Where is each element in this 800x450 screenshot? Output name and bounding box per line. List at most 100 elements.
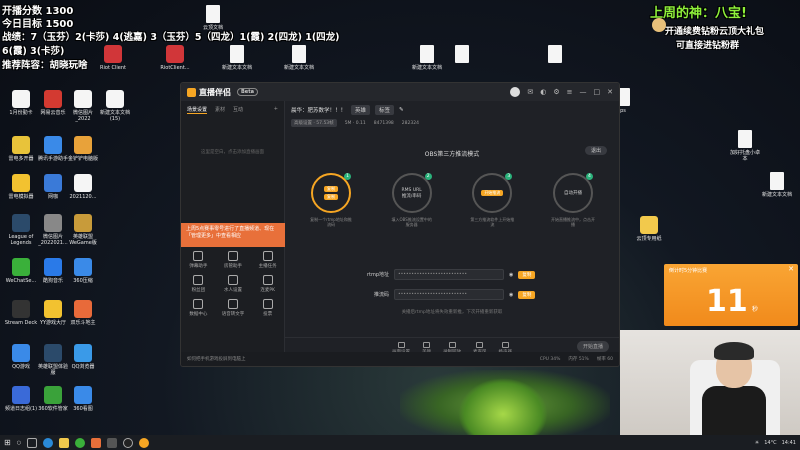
desktop-icon[interactable]: League of Legends: [4, 214, 38, 246]
desktop-icon[interactable]: 2021120...: [66, 174, 100, 200]
desktop-icon[interactable]: 微信图片_2022: [66, 90, 100, 122]
desktop-icon-label: 新建文本文档(15): [99, 110, 130, 122]
desktop-icon-label: 360压缩: [73, 278, 93, 284]
desktop-icon-doc-top-5[interactable]: [445, 45, 479, 65]
minimize-icon[interactable]: —: [580, 88, 587, 96]
copy-small-button[interactable]: 复制: [324, 194, 338, 200]
weather-icon[interactable]: ☀: [755, 440, 759, 446]
start-push-small-button[interactable]: 开始推流: [481, 190, 504, 196]
desktop-icon-label: 微信图片_2022021...: [38, 234, 68, 246]
desktop-icon-doc-right-1[interactable]: 新建文本文档: [760, 172, 794, 198]
desktop-icon-doc-top-1[interactable]: 新建文本文档: [220, 45, 254, 71]
tool-vote[interactable]: 投票: [250, 299, 285, 317]
desktop-icon-doc-top-3[interactable]: 新建文本文档: [282, 45, 316, 71]
tool-danmaku[interactable]: 弹幕助手: [181, 251, 216, 269]
notice-banner[interactable]: 上周5点赛事零号进行了直播频道、现在「管理更多」中查看相应: [181, 223, 285, 247]
desktop-icon[interactable]: 频道日志组(1): [4, 386, 38, 412]
desktop-icon[interactable]: 英雄联盟体验服: [36, 344, 70, 376]
tool-icon[interactable]: [139, 437, 150, 448]
app-icon: [44, 214, 62, 232]
desktop-icon-riot[interactable]: Riot Client: [96, 45, 130, 71]
desktop-icon[interactable]: 网咖: [36, 174, 70, 200]
desktop-icon[interactable]: 1月份勤卡: [4, 90, 38, 116]
tag-chip[interactable]: 标签: [375, 105, 395, 115]
app-icon[interactable]: [91, 437, 102, 448]
step-1: 1 复制 复制 复制一个rtmp地址和推流码: [309, 173, 353, 227]
start-icon[interactable]: ⊞: [4, 438, 11, 447]
app-icon: [74, 174, 92, 192]
desktop-icon-doc-top-4[interactable]: 新建文本文档: [410, 45, 444, 71]
copy-small-button[interactable]: 复制: [324, 186, 338, 192]
eye-icon[interactable]: ◉: [509, 272, 513, 278]
rtmp-row: rtmp地址 •••••••••••••••••••••••••• ◉ 复制: [361, 269, 536, 280]
stream-title[interactable]: 晨华：肥苏数学！！！: [291, 106, 346, 114]
tool-tasks[interactable]: 主播任务: [250, 251, 285, 269]
tool-water[interactable]: 水人设置: [216, 275, 251, 293]
desktop-icon[interactable]: 腾讯手游助手: [36, 136, 70, 162]
obs-icon[interactable]: [123, 437, 134, 448]
close-icon[interactable]: ✕: [607, 88, 613, 96]
stream-key-field[interactable]: ••••••••••••••••••••••••••: [394, 289, 504, 300]
desktop-icon-label: 新建文本文档: [221, 65, 252, 71]
tab-interact[interactable]: 互动: [233, 106, 243, 114]
desktop-icon[interactable]: WeChatSe...: [4, 258, 38, 284]
explorer-icon[interactable]: [59, 437, 70, 448]
desktop-icon-folder[interactable]: 云顶专用纸: [632, 216, 666, 242]
search-icon[interactable]: ○: [17, 440, 21, 446]
desktop-icon[interactable]: 金铲铲电脑版: [66, 136, 100, 162]
desktop-icon[interactable]: 360压缩: [66, 258, 100, 284]
desktop-icon-doc-top-6[interactable]: [538, 45, 572, 65]
desktop-icon[interactable]: 360软件管家: [36, 386, 70, 412]
chrome-icon[interactable]: [75, 437, 86, 448]
desktop-icon-doc-top-2[interactable]: 云顶文档: [196, 5, 230, 31]
copy-rtmp-button[interactable]: 复制: [518, 270, 536, 279]
exit-button[interactable]: 退出: [584, 146, 607, 155]
tab-material[interactable]: 素材: [215, 106, 225, 114]
desktop-icon-riot-2[interactable]: RiotClient...: [158, 45, 192, 71]
step-label: 开始直播推流中，点击开播: [550, 217, 595, 228]
desktop-icon[interactable]: 英雄联盟WeGame版: [66, 214, 100, 246]
tool-pk[interactable]: 连麦PK: [250, 275, 285, 293]
document-icon: [206, 5, 220, 23]
desktop-icon[interactable]: 微信图片_2022021...: [36, 214, 70, 246]
tool-data[interactable]: 数据中心: [181, 299, 216, 317]
desktop-icon[interactable]: 雷电多开器: [4, 136, 38, 162]
tool-room-admin[interactable]: 房管助手: [216, 251, 251, 269]
scene-tabs: 场景设置 素材 互动 +: [181, 101, 284, 119]
eye-icon[interactable]: ◉: [509, 292, 513, 298]
settings-icon[interactable]: ⚙: [553, 88, 559, 96]
desktop-icon[interactable]: 雷电模拟器: [4, 174, 38, 200]
tool-fans[interactable]: 粉丝团: [181, 275, 216, 293]
status-help-link[interactable]: 如何把手机游戏投屏到电脑上: [187, 356, 246, 362]
desktop-icon[interactable]: 网易云音乐: [36, 90, 70, 116]
category-chip[interactable]: 英雄: [351, 105, 371, 115]
microphone-icon: [476, 342, 484, 348]
desktop-icon[interactable]: YY游戏大厅: [36, 300, 70, 326]
start-live-button[interactable]: 开始直播: [576, 341, 609, 352]
stat-settings[interactable]: 高级设置 · 57.53帧: [291, 119, 337, 127]
menu-icon[interactable]: ≡: [567, 88, 573, 96]
desktop-icon[interactable]: 酷狗音乐: [36, 258, 70, 284]
rtmp-field[interactable]: ••••••••••••••••••••••••••: [394, 269, 504, 280]
edit-icon[interactable]: ✎: [399, 107, 404, 113]
desktop-icon[interactable]: 360看图: [66, 386, 100, 412]
desktop-icon[interactable]: Stream Deck: [4, 300, 38, 326]
close-icon[interactable]: ✕: [788, 265, 794, 273]
copy-key-button[interactable]: 复制: [518, 290, 536, 299]
live-app-icon[interactable]: [107, 437, 118, 448]
desktop-icon[interactable]: QQ浏览器: [66, 344, 100, 370]
add-scene-icon[interactable]: +: [274, 106, 278, 114]
desktop-icon-notepad[interactable]: 加好托盘小卓本: [728, 130, 762, 162]
mail-icon[interactable]: ✉: [527, 88, 533, 96]
tool-speech[interactable]: 语音转文字: [216, 299, 251, 317]
desktop-icon[interactable]: 新建文本文档(15): [98, 90, 132, 122]
edge-icon[interactable]: [43, 437, 54, 448]
desktop-icon[interactable]: QQ游戏: [4, 344, 38, 370]
avatar[interactable]: [510, 87, 521, 97]
desktop-icon[interactable]: 双乐斗地主: [66, 300, 100, 326]
clock[interactable]: 14:41: [782, 440, 796, 446]
maximize-icon[interactable]: □: [594, 88, 601, 96]
task-view-icon[interactable]: [27, 437, 38, 448]
tab-scene[interactable]: 场景设置: [187, 106, 208, 114]
skin-icon[interactable]: ◐: [540, 88, 546, 96]
